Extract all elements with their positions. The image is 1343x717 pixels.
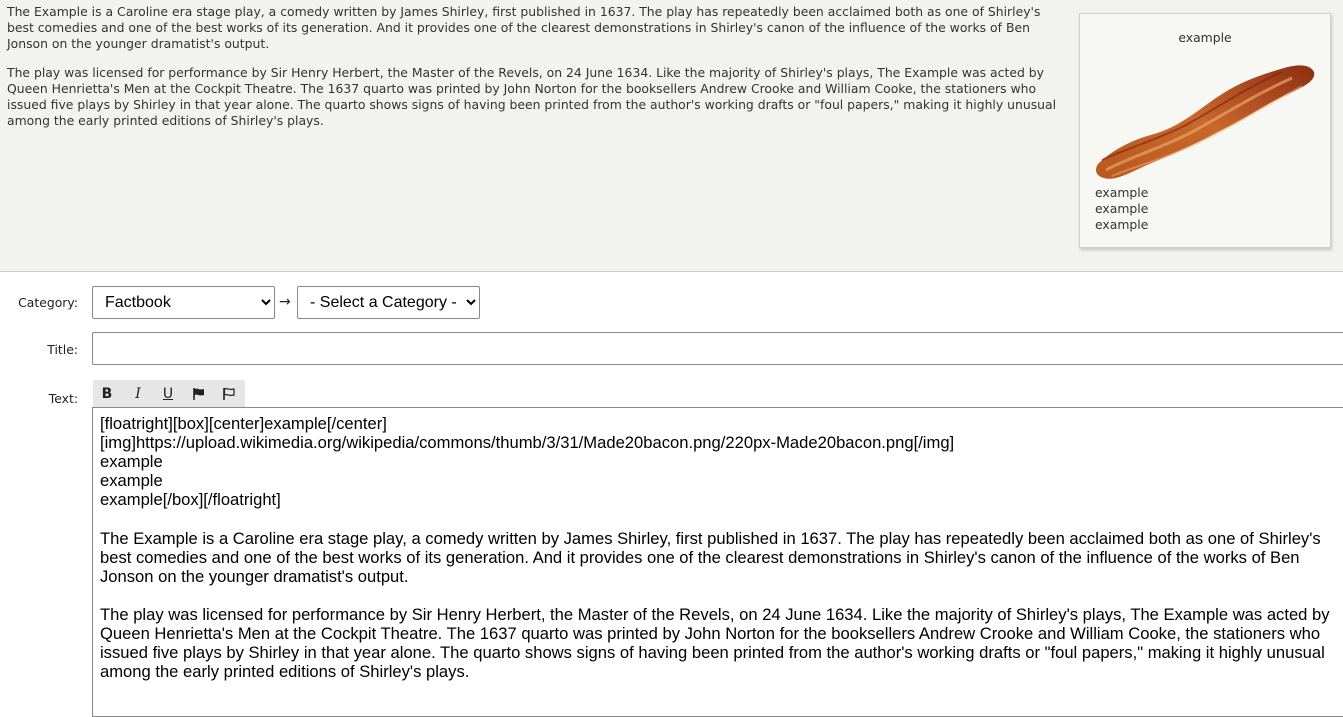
flag-icon[interactable] bbox=[185, 380, 213, 407]
formatting-toolbar: B I U bbox=[93, 380, 245, 407]
floating-box: example example example example bbox=[1079, 13, 1331, 248]
preview-panel: The Example is a Caroline era stage play… bbox=[0, 0, 1343, 272]
title-input[interactable] bbox=[92, 332, 1343, 365]
italic-button[interactable]: I bbox=[124, 380, 152, 407]
flag-outline-icon[interactable] bbox=[215, 380, 243, 407]
box-line: example bbox=[1095, 217, 1149, 232]
bold-button[interactable]: B bbox=[93, 380, 121, 407]
box-line: example bbox=[1095, 201, 1149, 216]
box-line: example bbox=[1095, 185, 1149, 200]
text-editor[interactable]: [floatright][box][center]example[/center… bbox=[92, 407, 1343, 717]
text-label: Text: bbox=[48, 391, 78, 406]
subcategory-select[interactable]: - Select a Category - bbox=[297, 286, 480, 319]
title-label: Title: bbox=[47, 342, 78, 357]
underline-button[interactable]: U bbox=[154, 380, 182, 407]
preview-article: The Example is a Caroline era stage play… bbox=[7, 4, 1069, 142]
preview-paragraph-1: The Example is a Caroline era stage play… bbox=[7, 4, 1041, 51]
box-lines: example example example bbox=[1095, 185, 1148, 233]
category-select[interactable]: Factbook bbox=[92, 286, 275, 319]
arrow-icon: → bbox=[279, 294, 291, 310]
preview-paragraph-2: The play was licensed for performance by… bbox=[7, 65, 1057, 128]
category-label: Category: bbox=[18, 295, 78, 310]
bacon-image bbox=[1096, 65, 1315, 179]
box-title: example bbox=[1178, 30, 1232, 45]
